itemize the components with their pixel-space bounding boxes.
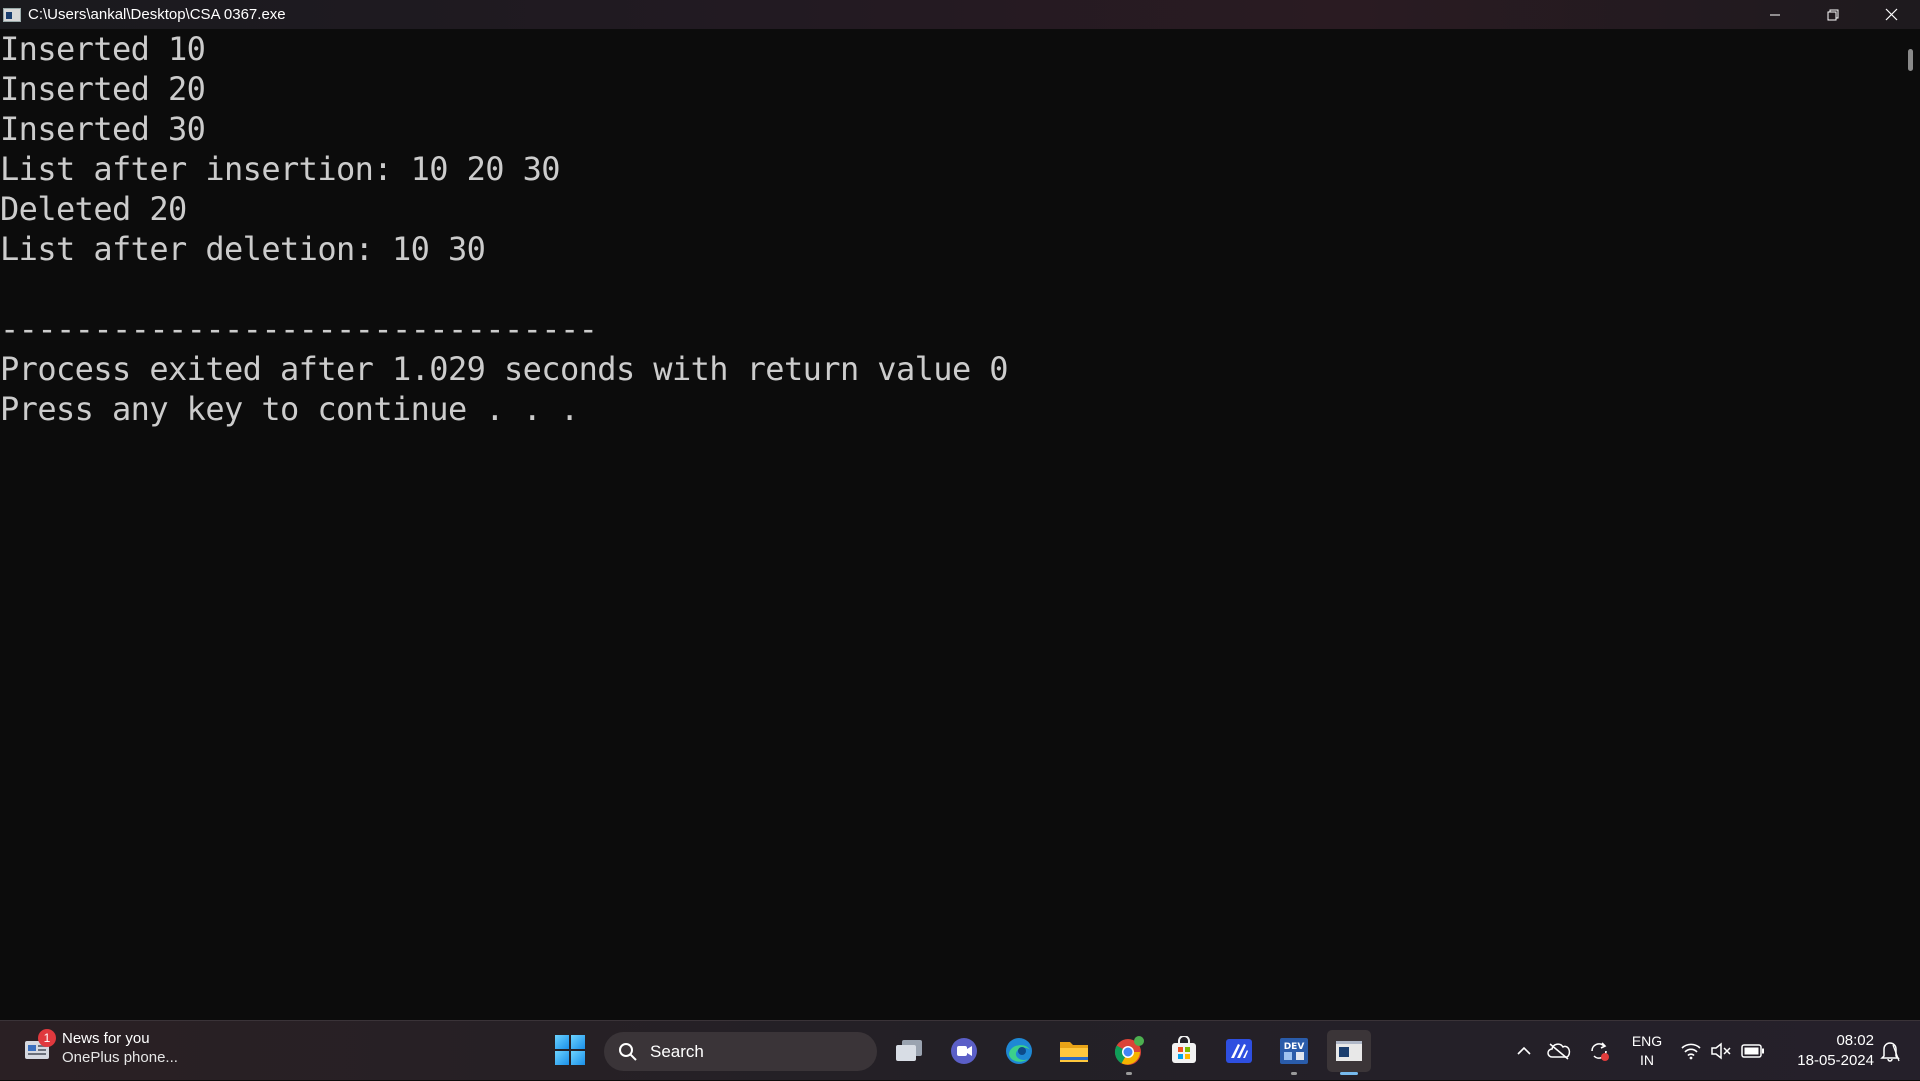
search-icon	[619, 1042, 637, 1061]
dev-cpp-button[interactable]: DEV	[1272, 1030, 1316, 1075]
taskbar: 1 News for you OnePlus phone... Search D…	[0, 1020, 1920, 1080]
minimize-icon	[1770, 14, 1780, 15]
chrome-icon	[1114, 1036, 1144, 1065]
volume-muted-icon	[1711, 1042, 1731, 1060]
restore-icon	[1827, 9, 1839, 20]
console-app-icon[interactable]	[3, 7, 21, 22]
console-line: Inserted 30	[0, 110, 206, 148]
running-indicator	[1126, 1072, 1132, 1075]
minimize-button[interactable]	[1746, 0, 1804, 29]
clock[interactable]: 08:02 18-05-2024	[1770, 1031, 1874, 1071]
scrollbar-thumb[interactable]	[1908, 49, 1913, 71]
pen-app-icon	[1226, 1039, 1252, 1063]
sync-button[interactable]	[1580, 1040, 1618, 1062]
show-hidden-icons-button[interactable]	[1510, 1046, 1538, 1056]
search-label: Search	[650, 1041, 704, 1061]
battery-button[interactable]	[1736, 1044, 1770, 1058]
dev-cpp-icon: DEV	[1280, 1038, 1308, 1064]
onedrive-button[interactable]	[1538, 1042, 1580, 1060]
meet-button[interactable]	[942, 1030, 986, 1072]
close-icon	[1885, 8, 1897, 21]
notification-bell-icon	[1880, 1042, 1900, 1062]
system-tray: ENG IN 08:02 18-05-2024	[1510, 1021, 1906, 1081]
start-button[interactable]	[554, 1034, 590, 1070]
console-taskbar-button[interactable]	[1327, 1030, 1371, 1075]
windows-logo-icon	[555, 1035, 585, 1065]
running-indicator	[1291, 1072, 1297, 1075]
wifi-icon	[1681, 1043, 1701, 1060]
clock-time: 08:02	[1836, 1032, 1874, 1049]
console-line: Press any key to continue . . .	[0, 390, 579, 428]
active-indicator	[1340, 1072, 1358, 1075]
task-view-icon	[896, 1040, 922, 1061]
edge-browser-icon	[1006, 1038, 1032, 1064]
widget-subtitle: OnePlus phone...	[62, 1049, 178, 1066]
restore-button[interactable]	[1804, 0, 1862, 29]
console-line: List after deletion: 10 30	[0, 230, 486, 268]
console-line: Inserted 10	[0, 30, 206, 68]
console-line: List after insertion: 10 20 30	[0, 150, 561, 188]
cloud-offline-icon	[1547, 1043, 1571, 1060]
file-explorer-button[interactable]	[1052, 1030, 1096, 1072]
volume-button[interactable]	[1706, 1042, 1736, 1060]
console-window: C:\Users\ankal\Desktop\CSA 0367.exe Inse…	[0, 0, 1920, 1020]
folder-icon	[1060, 1042, 1088, 1062]
region-code: IN	[1640, 1052, 1654, 1068]
window-controls	[1746, 0, 1920, 29]
chevron-up-icon	[1517, 1046, 1531, 1055]
store-button[interactable]	[1162, 1030, 1206, 1072]
console-line: Process exited after 1.029 seconds with …	[0, 350, 1009, 388]
wifi-button[interactable]	[1676, 1042, 1706, 1060]
language-code: ENG	[1631, 1033, 1663, 1049]
notifications-button[interactable]	[1874, 1040, 1906, 1062]
console-output[interactable]: Inserted 10 Inserted 20 Inserted 30 List…	[0, 29, 1900, 1020]
news-widget-icon: 1	[24, 1029, 56, 1061]
vertical-scrollbar[interactable]	[1900, 29, 1920, 1020]
sync-icon	[1591, 1042, 1609, 1061]
console-icon	[1336, 1041, 1362, 1061]
close-button[interactable]	[1862, 0, 1920, 29]
console-line: --------------------------------	[0, 310, 598, 348]
window-title: C:\Users\ankal\Desktop\CSA 0367.exe	[28, 6, 286, 23]
clock-date: 18-05-2024	[1797, 1052, 1874, 1069]
store-icon	[1172, 1036, 1196, 1063]
video-call-icon	[951, 1038, 977, 1064]
news-widget[interactable]: 1 News for you OnePlus phone...	[24, 1029, 178, 1067]
task-view-button[interactable]	[887, 1030, 931, 1072]
edge-button[interactable]	[997, 1030, 1041, 1072]
console-line: Deleted 20	[0, 190, 187, 228]
language-indicator[interactable]: ENG IN	[1618, 1032, 1676, 1070]
battery-icon	[1741, 1044, 1764, 1058]
widget-title: News for you	[62, 1030, 150, 1047]
notification-badge: 1	[38, 1029, 56, 1047]
blue-app-button[interactable]	[1217, 1030, 1261, 1072]
title-bar[interactable]: C:\Users\ankal\Desktop\CSA 0367.exe	[0, 0, 1920, 29]
chrome-button[interactable]	[1107, 1030, 1151, 1075]
console-line: Inserted 20	[0, 70, 206, 108]
taskbar-search[interactable]: Search	[604, 1032, 877, 1071]
svg-text:DEV: DEV	[1284, 1042, 1305, 1052]
